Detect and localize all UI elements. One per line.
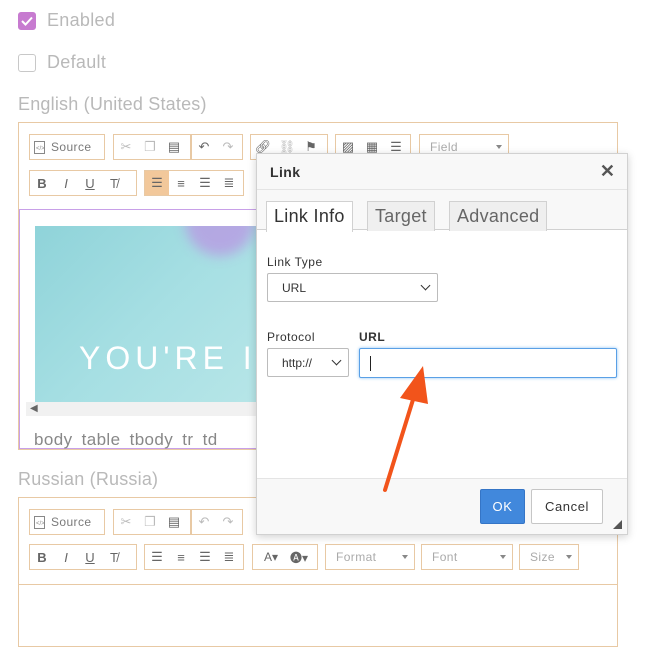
format-combo[interactable]: Format: [325, 544, 415, 570]
source-icon: </>: [30, 135, 48, 159]
tab-link-info[interactable]: Link Info: [266, 201, 353, 232]
underline-icon[interactable]: U: [78, 545, 102, 569]
enabled-checkbox[interactable]: [18, 11, 36, 30]
link-type-select[interactable]: URL: [267, 273, 438, 302]
element-path[interactable]: body table tbody tr td: [34, 430, 218, 450]
toolbar-divider: [19, 584, 617, 585]
align-center-icon[interactable]: ≡: [169, 545, 193, 569]
dialog-tabs: Link Info Target Advanced: [257, 190, 627, 232]
russian-language-label: Russian (Russia): [18, 469, 159, 489]
default-label: Default: [47, 52, 107, 72]
horizontal-scrollbar[interactable]: ◀: [26, 402, 276, 416]
redo-icon[interactable]: ↷: [216, 135, 240, 159]
annotation-arrow: [383, 366, 428, 492]
font-combo[interactable]: Font: [421, 544, 513, 570]
align-group-ru: ☰ ≡ ☰ ≣: [144, 544, 244, 570]
chevron-down-icon: [566, 555, 572, 559]
basic-styles-group-ru: B I U T̸: [29, 544, 137, 570]
source-icon: </>: [30, 510, 48, 534]
align-center-icon[interactable]: ≡: [169, 171, 193, 195]
cut-icon[interactable]: ✂: [114, 510, 138, 534]
enabled-label: Enabled: [47, 10, 116, 30]
history-group: ↶ ↷: [191, 134, 243, 160]
close-icon[interactable]: ✕: [600, 161, 615, 182]
history-group-ru: ↶ ↷: [191, 509, 243, 535]
justify-icon[interactable]: ≣: [217, 545, 241, 569]
ok-button[interactable]: OK: [480, 489, 525, 524]
tab-target[interactable]: Target: [367, 201, 435, 231]
clear-format-icon[interactable]: T̸: [102, 545, 126, 569]
align-left-icon[interactable]: ☰: [145, 171, 169, 195]
align-left-icon[interactable]: ☰: [145, 545, 169, 569]
bold-icon[interactable]: B: [30, 171, 54, 195]
banner-image: YOU'RE I: [35, 226, 275, 402]
protocol-select[interactable]: http://: [267, 348, 349, 377]
check-icon: [21, 16, 33, 26]
banner-text: YOU'RE I: [79, 340, 257, 376]
scroll-left-icon[interactable]: ◀: [30, 403, 38, 414]
svg-text:</>: </>: [36, 521, 45, 527]
chevron-down-icon: [420, 280, 431, 291]
source-button-ru[interactable]: </> Source: [29, 509, 105, 535]
url-label: URL: [359, 330, 386, 344]
undo-icon[interactable]: ↶: [192, 135, 216, 159]
default-checkbox[interactable]: [18, 53, 36, 72]
italic-icon[interactable]: I: [54, 545, 78, 569]
align-right-icon[interactable]: ☰: [193, 545, 217, 569]
dialog-title: Link: [270, 164, 301, 180]
dialog-footer: OK Cancel: [257, 478, 627, 534]
copy-icon[interactable]: ❐: [138, 510, 162, 534]
undo-icon[interactable]: ↶: [192, 510, 216, 534]
align-right-icon[interactable]: ☰: [193, 171, 217, 195]
underline-icon[interactable]: U: [78, 171, 102, 195]
size-combo[interactable]: Size: [519, 544, 579, 570]
cancel-button[interactable]: Cancel: [531, 489, 603, 524]
link-dialog: Link ✕ Link Info Target Advanced Link Ty…: [256, 153, 628, 535]
basic-styles-group: B I U T̸: [29, 170, 137, 196]
bold-icon[interactable]: B: [30, 545, 54, 569]
chevron-down-icon: [331, 355, 342, 366]
link-type-label: Link Type: [267, 255, 323, 269]
paste-icon[interactable]: ▤: [162, 510, 186, 534]
redo-icon[interactable]: ↷: [216, 510, 240, 534]
bg-color-icon[interactable]: 🅐▾: [286, 545, 312, 569]
svg-text:</>: </>: [36, 146, 45, 152]
protocol-label: Protocol: [267, 330, 316, 344]
default-checkbox-row[interactable]: Default: [18, 52, 106, 73]
chevron-down-icon: [496, 145, 502, 149]
clipboard-group-ru: ✂ ❐ ▤: [113, 509, 191, 535]
justify-icon[interactable]: ≣: [217, 171, 241, 195]
text-color-icon[interactable]: A▾: [258, 545, 284, 569]
align-group: ☰ ≡ ☰ ≣: [144, 170, 244, 196]
tab-advanced[interactable]: Advanced: [449, 201, 548, 231]
cut-icon[interactable]: ✂: [114, 135, 138, 159]
chevron-down-icon: [402, 555, 408, 559]
resize-icon[interactable]: [613, 520, 622, 529]
clear-format-icon[interactable]: T̸: [102, 171, 126, 195]
clipboard-group: ✂ ❐ ▤: [113, 134, 191, 160]
color-group-ru: A▾ 🅐▾: [252, 544, 318, 570]
copy-icon[interactable]: ❐: [138, 135, 162, 159]
english-language-label: English (United States): [18, 94, 207, 114]
dialog-titlebar[interactable]: Link ✕: [257, 154, 627, 190]
italic-icon[interactable]: I: [54, 171, 78, 195]
enabled-checkbox-row[interactable]: Enabled: [18, 10, 115, 31]
source-button[interactable]: </> Source: [29, 134, 105, 160]
chevron-down-icon: [500, 555, 506, 559]
paste-icon[interactable]: ▤: [162, 135, 186, 159]
